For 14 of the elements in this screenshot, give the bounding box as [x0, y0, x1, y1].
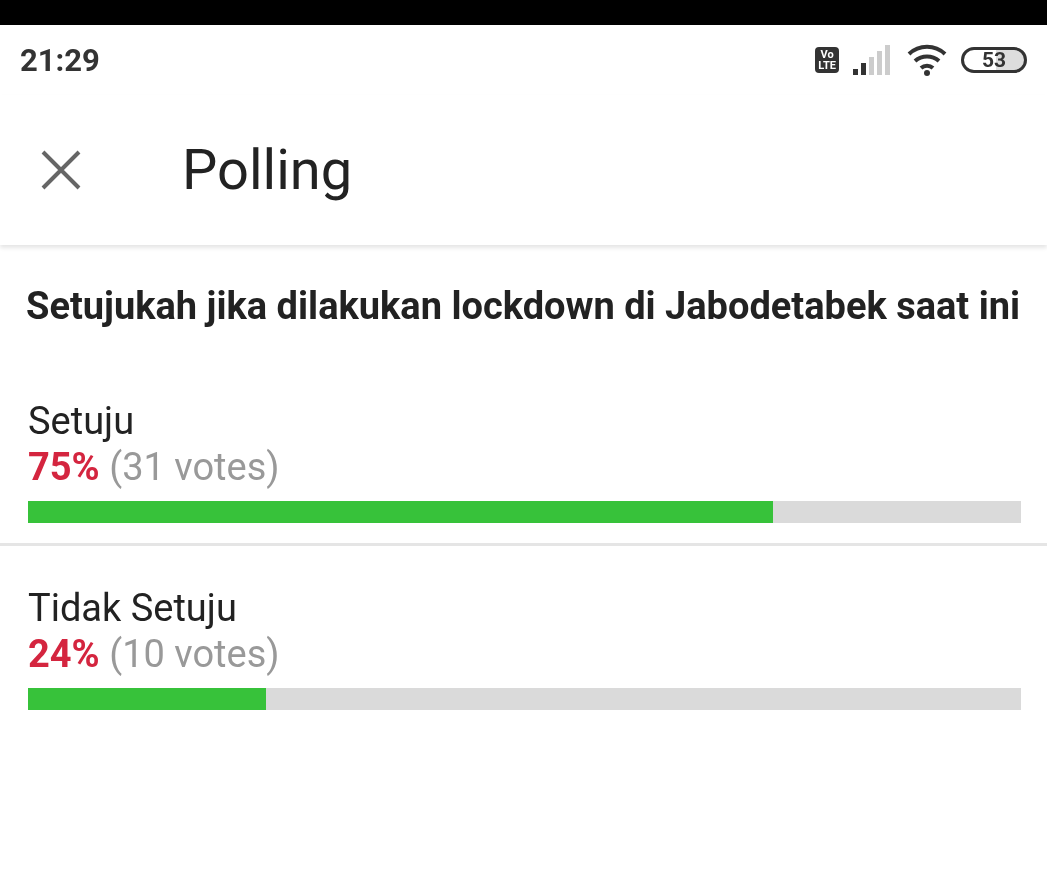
- wifi-icon: [907, 44, 947, 76]
- page-title: Polling: [182, 137, 353, 203]
- signal-icon: [853, 45, 893, 75]
- volte-badge: Vo LTE: [815, 47, 839, 73]
- vote-count: (31 votes): [109, 444, 280, 489]
- vote-percent: 75%: [28, 444, 100, 489]
- option-label: Setuju: [28, 398, 136, 443]
- vote-count: (10 votes): [109, 631, 280, 676]
- status-time: 21:29: [20, 41, 100, 79]
- vote-percent: 24%: [28, 631, 100, 676]
- option-label: Tidak Setuju: [28, 585, 238, 630]
- poll-question: Setujukah jika dilakukan lockdown di Jabodetabek saat ini: [25, 283, 1022, 330]
- battery-indicator: 53: [961, 47, 1027, 73]
- close-button[interactable]: [40, 149, 82, 191]
